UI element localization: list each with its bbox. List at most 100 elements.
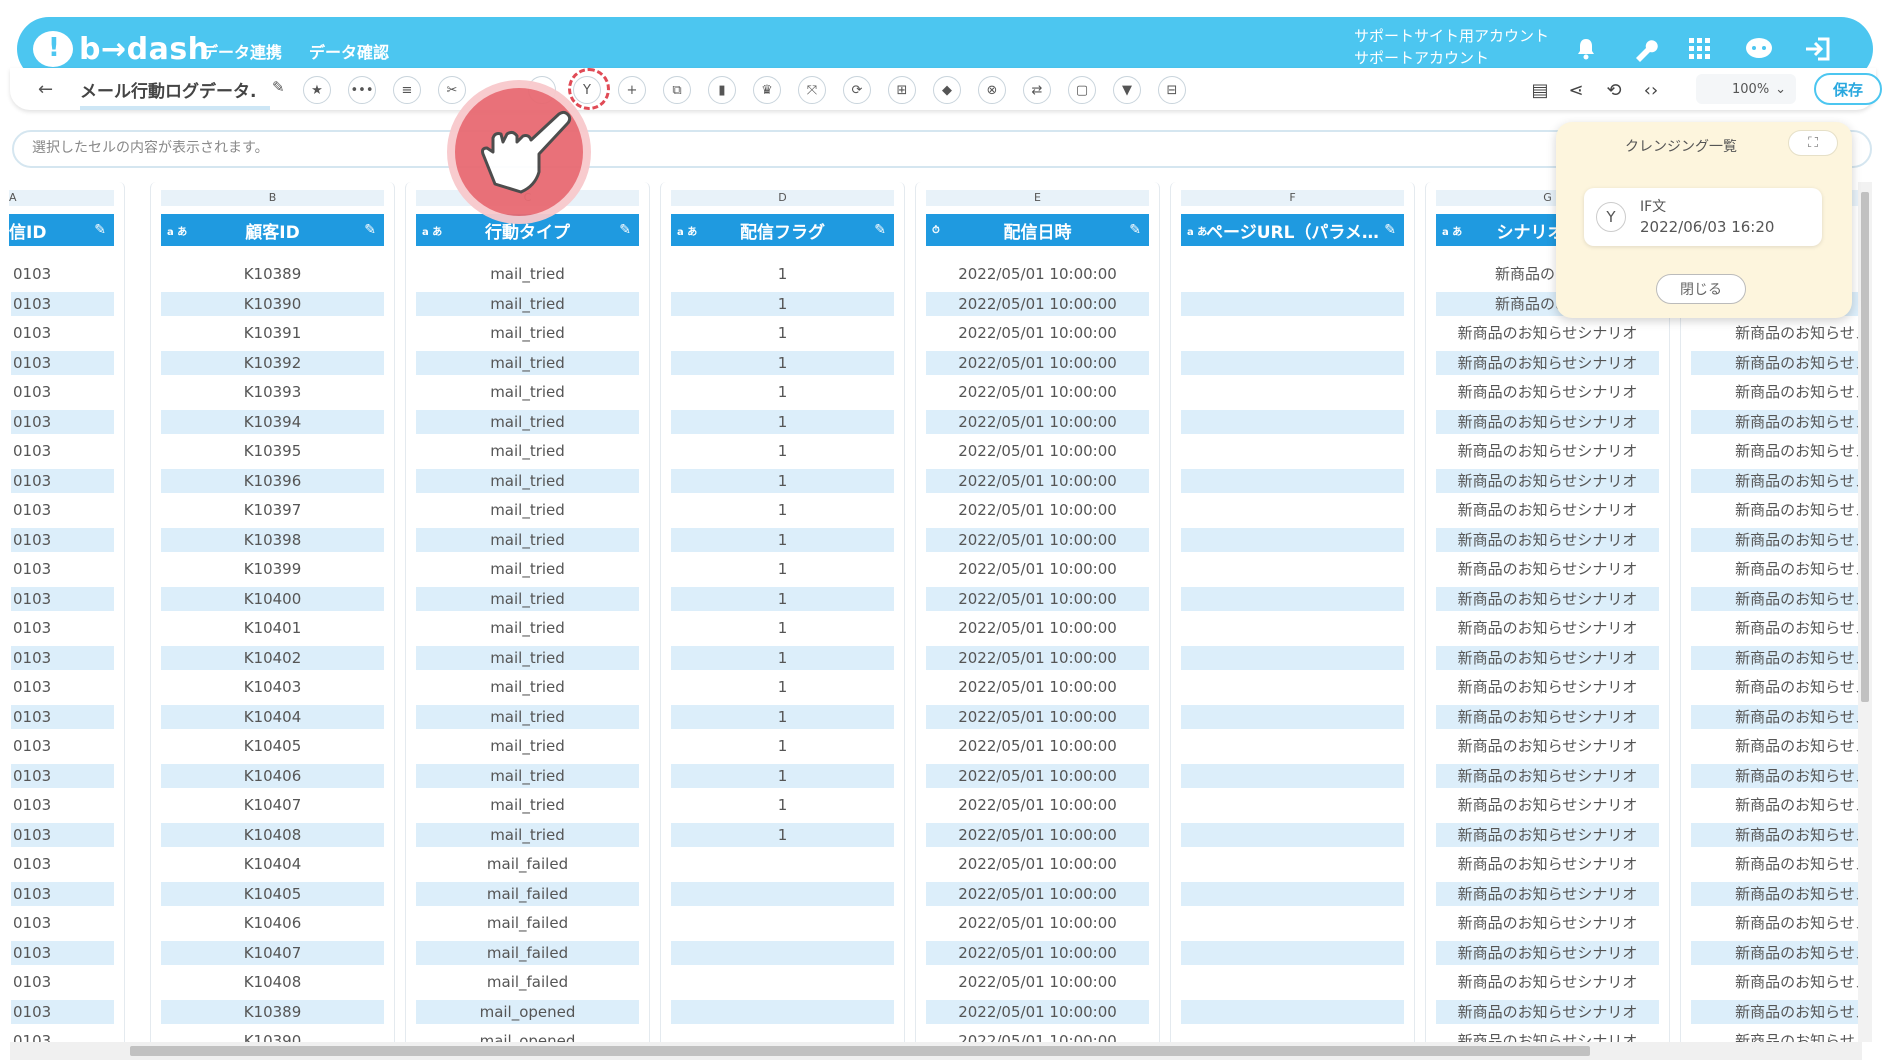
table-cell[interactable] — [1181, 262, 1404, 286]
table-cell[interactable] — [1181, 439, 1404, 463]
table-cell[interactable]: 2022/05/01 10:00:00 — [926, 822, 1149, 847]
table-cell[interactable]: K10394 — [161, 409, 384, 434]
pencil-icon[interactable]: ✎ — [1384, 222, 1396, 238]
table-cell[interactable]: 0103 — [11, 822, 114, 847]
table-cell[interactable] — [671, 911, 894, 935]
table-cell[interactable] — [1181, 999, 1404, 1024]
table-icon[interactable]: ⊟ — [1158, 76, 1186, 104]
table-cell[interactable]: 0103 — [11, 616, 114, 640]
table-cell[interactable]: mail_failed — [416, 881, 639, 906]
table-cell[interactable]: K10395 — [161, 439, 384, 463]
table-cell[interactable]: 2022/05/01 10:00:00 — [926, 1029, 1149, 1042]
table-cell[interactable]: 新商品のお知らせシナリオ — [1436, 380, 1659, 404]
vertical-scrollbar[interactable] — [1858, 182, 1872, 1042]
table-cell[interactable]: mail_tried — [416, 350, 639, 375]
table-cell[interactable]: 2022/05/01 10:00:00 — [926, 321, 1149, 345]
table-cell[interactable]: 1 — [671, 350, 894, 375]
copy-icon[interactable]: ⧉ — [663, 76, 691, 104]
table-cell[interactable] — [1181, 852, 1404, 876]
column-header[interactable]: ⏱ 配信日時 ✎ — [926, 214, 1149, 246]
cancel-icon[interactable]: ⊗ — [978, 76, 1006, 104]
table-cell[interactable]: 新商品のお知らせメ — [1691, 852, 1872, 876]
table-cell[interactable]: K10398 — [161, 527, 384, 552]
table-cell[interactable] — [1181, 793, 1404, 817]
plus-icon[interactable]: + — [618, 76, 646, 104]
table-cell[interactable]: 2022/05/01 10:00:00 — [926, 262, 1149, 286]
table-cell[interactable]: 0103 — [11, 734, 114, 758]
table-cell[interactable]: 2022/05/01 10:00:00 — [926, 999, 1149, 1024]
table-cell[interactable]: 2022/05/01 10:00:00 — [926, 557, 1149, 581]
table-cell[interactable] — [1181, 822, 1404, 847]
cleansing-item[interactable]: Y IF文 2022/06/03 16:20 — [1584, 188, 1822, 246]
table-cell[interactable]: K10396 — [161, 468, 384, 493]
table-cell[interactable]: mail_tried — [416, 439, 639, 463]
table-cell[interactable]: 2022/05/01 10:00:00 — [926, 645, 1149, 670]
brand-logo[interactable]: b→dash — [33, 24, 210, 74]
table-cell[interactable]: 2022/05/01 10:00:00 — [926, 291, 1149, 316]
table-cell[interactable] — [1181, 527, 1404, 552]
lock-icon[interactable]: ⊞ — [888, 76, 916, 104]
code-icon[interactable]: ‹› — [1637, 76, 1665, 104]
star-icon[interactable]: ★ — [303, 76, 331, 104]
table-cell[interactable] — [1181, 409, 1404, 434]
table-cell[interactable]: 2022/05/01 10:00:00 — [926, 911, 1149, 935]
table-cell[interactable]: 0103 — [11, 852, 114, 876]
table-cell[interactable]: K10393 — [161, 380, 384, 404]
table-cell[interactable]: 新商品のお知らせシナリオ — [1436, 557, 1659, 581]
table-cell[interactable]: mail_tried — [416, 675, 639, 699]
table-cell[interactable]: 1 — [671, 586, 894, 611]
table-cell[interactable]: 新商品のお知らせシナリオ — [1436, 881, 1659, 906]
table-cell[interactable]: 新商品のお知らせシナリオ — [1436, 970, 1659, 994]
square-icon[interactable]: ▢ — [1068, 76, 1096, 104]
table-cell[interactable]: K10392 — [161, 350, 384, 375]
table-cell[interactable]: K10399 — [161, 557, 384, 581]
table-cell[interactable]: mail_tried — [416, 321, 639, 345]
table-cell[interactable]: 0103 — [11, 704, 114, 729]
table-cell[interactable]: 新商品のお知らせメ — [1691, 911, 1872, 935]
table-cell[interactable]: 新商品のお知らせシナリオ — [1436, 645, 1659, 670]
table-cell[interactable]: 1 — [671, 763, 894, 788]
table-cell[interactable]: 新商品のお知らせメ — [1691, 734, 1872, 758]
bell-icon[interactable] — [1568, 31, 1604, 67]
column-header[interactable]: 信ID ✎ — [9, 214, 114, 246]
table-cell[interactable]: 新商品のお知らせシナリオ — [1436, 468, 1659, 493]
more-icon[interactable]: ••• — [348, 76, 376, 104]
table-cell[interactable]: 2022/05/01 10:00:00 — [926, 586, 1149, 611]
table-cell[interactable] — [671, 852, 894, 876]
table-cell[interactable]: 新商品のお知らせメ — [1691, 350, 1872, 375]
table-cell[interactable]: K10406 — [161, 911, 384, 935]
crown-icon[interactable]: ♛ — [753, 76, 781, 104]
clipboard-icon[interactable]: ▤ — [1526, 76, 1554, 104]
pencil-icon[interactable]: ✎ — [1129, 222, 1141, 238]
bag-icon[interactable]: ◆ — [933, 76, 961, 104]
table-cell[interactable] — [1181, 734, 1404, 758]
table-cell[interactable]: 0103 — [11, 999, 114, 1024]
table-cell[interactable]: 0103 — [11, 527, 114, 552]
table-cell[interactable]: 新商品のお知らせメ — [1691, 970, 1872, 994]
table-cell[interactable] — [1181, 586, 1404, 611]
table-cell[interactable] — [671, 999, 894, 1024]
table-cell[interactable]: K10408 — [161, 822, 384, 847]
table-cell[interactable]: mail_tried — [416, 763, 639, 788]
table-cell[interactable]: 1 — [671, 439, 894, 463]
table-cell[interactable] — [1181, 940, 1404, 965]
table-cell[interactable]: 新商品のお知らせメ — [1691, 439, 1872, 463]
grid-icon[interactable] — [1682, 31, 1718, 67]
table-cell[interactable]: 1 — [671, 734, 894, 758]
table-cell[interactable]: 1 — [671, 704, 894, 729]
table-cell[interactable]: 0103 — [11, 468, 114, 493]
table-cell[interactable] — [1181, 763, 1404, 788]
table-cell[interactable]: 新商品のお知らせメ — [1691, 763, 1872, 788]
column-letter[interactable]: A — [9, 190, 114, 206]
table-cell[interactable]: 1 — [671, 468, 894, 493]
table-cell[interactable]: K10406 — [161, 763, 384, 788]
table-cell[interactable]: 2022/05/01 10:00:00 — [926, 498, 1149, 522]
table-cell[interactable]: 2022/05/01 10:00:00 — [926, 852, 1149, 876]
table-cell[interactable]: 新商品のお知らせメ — [1691, 881, 1872, 906]
swap-icon[interactable]: ⇄ — [1023, 76, 1051, 104]
save-button[interactable]: 保存 — [1814, 73, 1882, 105]
table-cell[interactable]: K10403 — [161, 675, 384, 699]
horizontal-scrollbar[interactable] — [10, 1042, 1862, 1060]
table-cell[interactable]: 2022/05/01 10:00:00 — [926, 616, 1149, 640]
table-cell[interactable]: 2022/05/01 10:00:00 — [926, 527, 1149, 552]
